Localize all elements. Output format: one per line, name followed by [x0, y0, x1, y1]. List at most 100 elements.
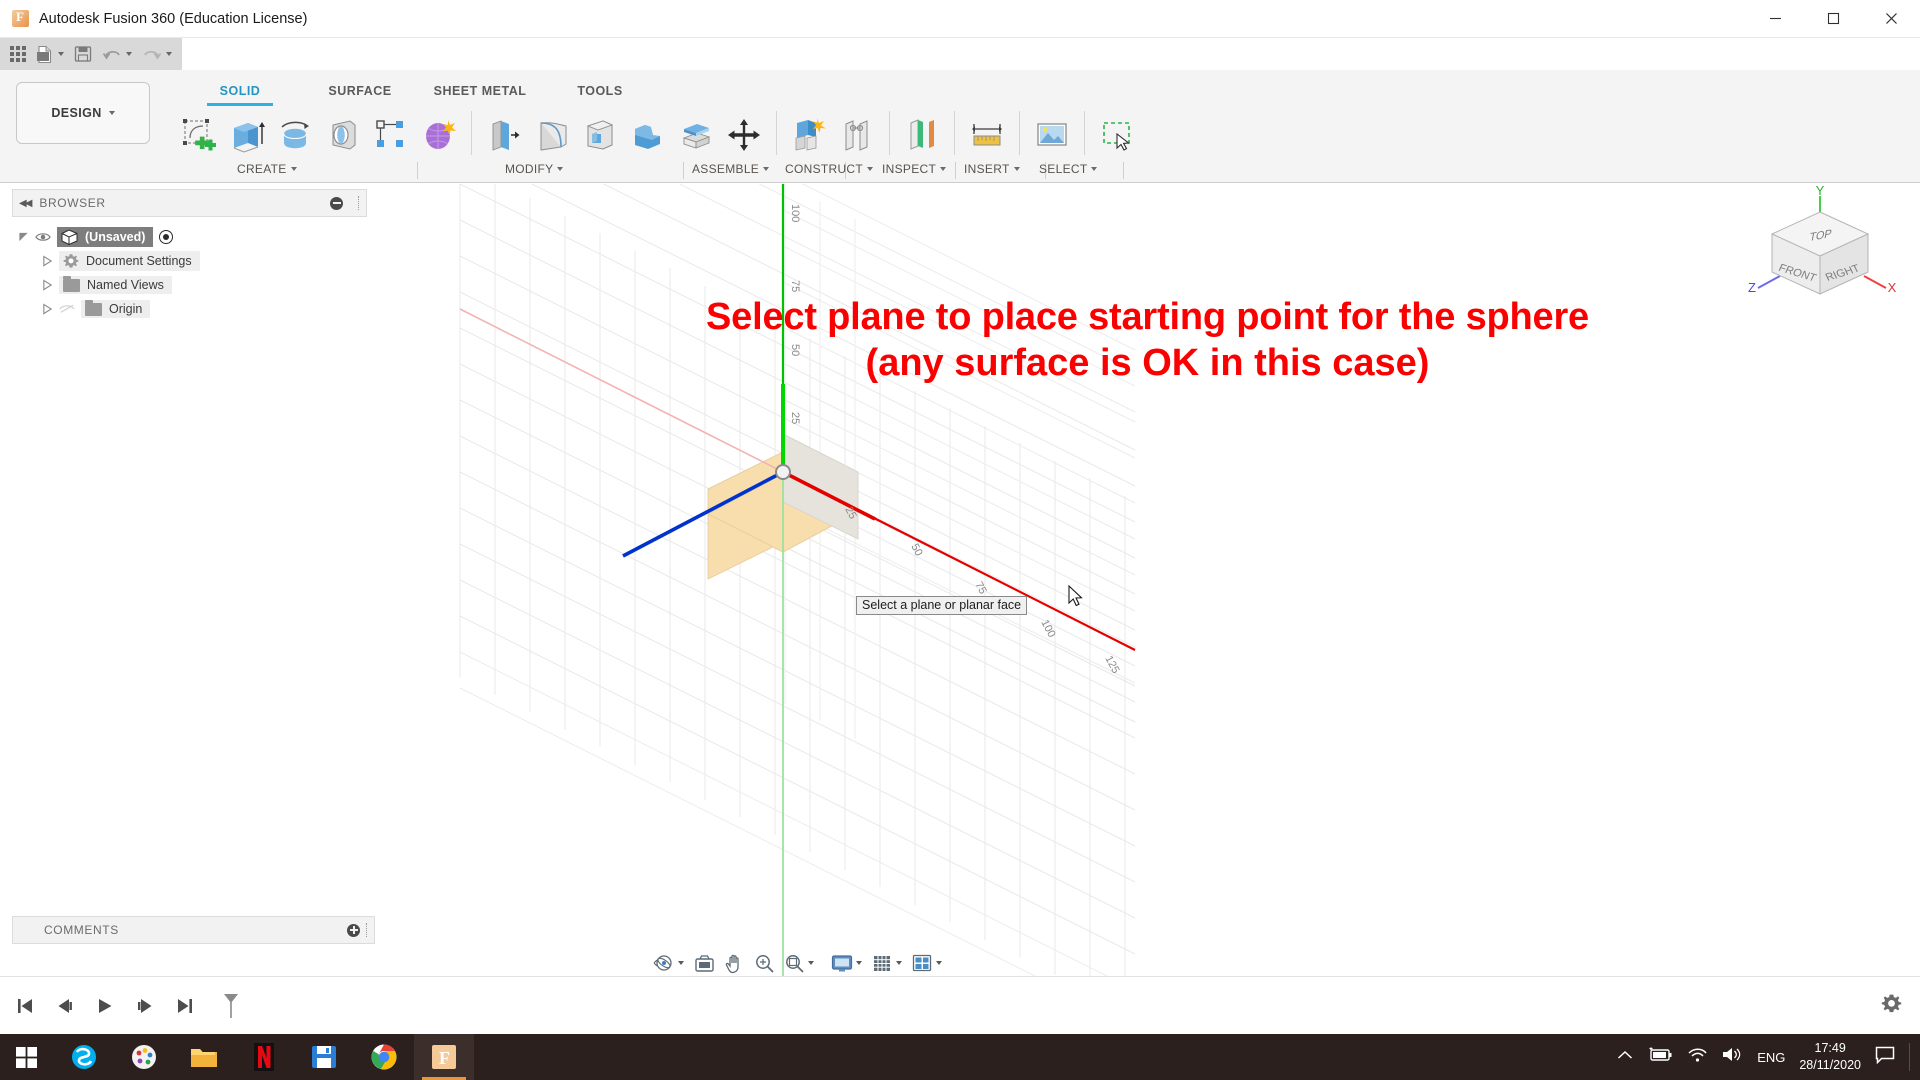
maximize-button[interactable]: [1804, 0, 1862, 38]
language-indicator[interactable]: ENG: [1757, 1050, 1785, 1065]
comments-grip[interactable]: [366, 923, 368, 937]
tree-item-origin[interactable]: Origin: [81, 300, 150, 318]
display-settings-icon[interactable]: [828, 949, 856, 977]
expand-triangle-right-icon[interactable]: [42, 279, 53, 291]
activate-component-radio[interactable]: [159, 230, 173, 244]
taskbar-netflix-icon[interactable]: [234, 1034, 294, 1080]
tab-solid-label: SOLID: [180, 84, 300, 98]
grid-snaps-icon[interactable]: [868, 949, 896, 977]
measure-icon[interactable]: [963, 110, 1011, 160]
windows-start-icon[interactable]: [0, 1034, 54, 1080]
panel-label-select[interactable]: SELECT: [1039, 162, 1097, 176]
sweep-icon[interactable]: [319, 110, 367, 160]
chevron-up-icon[interactable]: [1617, 1048, 1633, 1066]
fit-icon[interactable]: [780, 949, 808, 977]
panel-label-modify[interactable]: MODIFY: [505, 162, 563, 176]
browser-header-label: BROWSER: [39, 196, 105, 210]
clock[interactable]: 17:49 28/11/2020: [1799, 1040, 1861, 1074]
panel-grip[interactable]: [358, 196, 360, 210]
timeline-step-forward-icon[interactable]: [130, 991, 160, 1021]
tree-row-unsaved[interactable]: (Unsaved): [0, 225, 375, 249]
joint-icon[interactable]: [833, 110, 881, 160]
expand-triangle-down-icon[interactable]: [18, 231, 29, 243]
view-cube[interactable]: Y X Z TOP FRONT RIGHT: [1740, 184, 1900, 304]
tree-item-named-views[interactable]: Named Views: [59, 276, 172, 294]
collapse-left-icon[interactable]: ◀◀: [19, 198, 30, 209]
viewport-3d-scene[interactable]: 100 75 50 25 25 50 75 100 125: [375, 184, 1920, 984]
tab-tools-label: TOOLS: [540, 84, 660, 98]
create-sketch-icon[interactable]: [175, 110, 223, 160]
panel-label-construct[interactable]: CONSTRUCT: [785, 162, 873, 176]
tree-row-document-settings[interactable]: Document Settings: [0, 249, 375, 273]
taskbar-save-app-icon[interactable]: [294, 1034, 354, 1080]
press-pull-icon[interactable]: [480, 110, 528, 160]
tree-item-document-settings[interactable]: Document Settings: [59, 251, 200, 271]
tree-item-unsaved[interactable]: (Unsaved): [57, 227, 153, 247]
split-face-icon[interactable]: [672, 110, 720, 160]
zoom-icon[interactable]: [750, 949, 778, 977]
panel-label-assemble[interactable]: ASSEMBLE: [692, 162, 769, 176]
fit-dropdown-caret[interactable]: [808, 961, 814, 965]
close-button[interactable]: [1862, 0, 1920, 38]
tree-row-named-views[interactable]: Named Views: [0, 273, 375, 297]
taskbar-paint-icon[interactable]: [114, 1034, 174, 1080]
minimize-button[interactable]: [1746, 0, 1804, 38]
timeline-step-back-icon[interactable]: [50, 991, 80, 1021]
comments-bar[interactable]: COMMENTS: [12, 916, 375, 944]
timeline-go-start-icon[interactable]: [10, 991, 40, 1021]
undo-icon[interactable]: [98, 41, 136, 67]
insert-image-icon[interactable]: [1028, 110, 1076, 160]
taskbar-skype-icon[interactable]: [54, 1034, 114, 1080]
taskbar-fusion360-icon[interactable]: F: [414, 1034, 474, 1080]
viewports-icon[interactable]: [908, 949, 936, 977]
panel-label-insert[interactable]: INSERT: [964, 162, 1020, 176]
new-component-icon[interactable]: [785, 110, 833, 160]
look-at-icon[interactable]: [690, 949, 718, 977]
battery-charging-icon[interactable]: [1647, 1047, 1673, 1068]
grid-snaps-caret[interactable]: [896, 961, 902, 965]
pattern-icon[interactable]: [367, 110, 415, 160]
minus-circle-icon[interactable]: [330, 197, 343, 210]
fillet-icon[interactable]: [528, 110, 576, 160]
pan-icon[interactable]: [720, 949, 748, 977]
workspace-selector[interactable]: DESIGN: [16, 82, 150, 144]
panel-label-create[interactable]: CREATE: [237, 162, 297, 176]
taskbar-explorer-icon[interactable]: [174, 1034, 234, 1080]
orbit-dropdown-caret[interactable]: [678, 961, 684, 965]
tree-row-origin[interactable]: Origin: [0, 297, 375, 321]
orbit-icon[interactable]: [650, 949, 678, 977]
select-icon[interactable]: [1093, 110, 1141, 160]
revolve-icon[interactable]: [271, 110, 319, 160]
display-settings-caret[interactable]: [856, 961, 862, 965]
wifi-icon[interactable]: [1687, 1047, 1707, 1068]
viewport-canvas[interactable]: 100 75 50 25 25 50 75 100 125: [375, 184, 1920, 984]
plus-circle-icon[interactable]: [347, 924, 360, 937]
expand-triangle-right-icon[interactable]: [42, 303, 53, 315]
app-grid-icon[interactable]: [6, 41, 30, 67]
offset-plane-icon[interactable]: [898, 110, 946, 160]
window-title: Autodesk Fusion 360 (Education License): [39, 11, 307, 27]
save-icon[interactable]: [70, 41, 96, 67]
gear-icon: [63, 253, 79, 269]
create-form-icon[interactable]: [415, 110, 463, 160]
viewports-caret[interactable]: [936, 961, 942, 965]
visibility-hidden-eye-icon[interactable]: [59, 303, 75, 315]
extrude-icon[interactable]: [223, 110, 271, 160]
browser-header[interactable]: ◀◀ BROWSER: [12, 189, 367, 217]
combine-icon[interactable]: [624, 110, 672, 160]
taskbar-chrome-icon[interactable]: [354, 1034, 414, 1080]
visibility-eye-icon[interactable]: [35, 231, 51, 243]
grid-left-plane: [460, 184, 1135, 984]
move-copy-icon[interactable]: [720, 110, 768, 160]
action-center-icon[interactable]: [1875, 1046, 1895, 1069]
shell-icon[interactable]: [576, 110, 624, 160]
timeline-marker-icon[interactable]: [216, 991, 246, 1021]
expand-triangle-right-icon[interactable]: [42, 255, 53, 267]
new-file-icon[interactable]: [32, 41, 68, 67]
timeline-go-end-icon[interactable]: [170, 991, 200, 1021]
timeline-settings-gear-icon[interactable]: [1881, 993, 1902, 1019]
timeline-play-icon[interactable]: [90, 991, 120, 1021]
panel-label-inspect[interactable]: INSPECT: [882, 162, 946, 176]
redo-icon[interactable]: [138, 41, 176, 67]
volume-icon[interactable]: [1721, 1046, 1743, 1068]
